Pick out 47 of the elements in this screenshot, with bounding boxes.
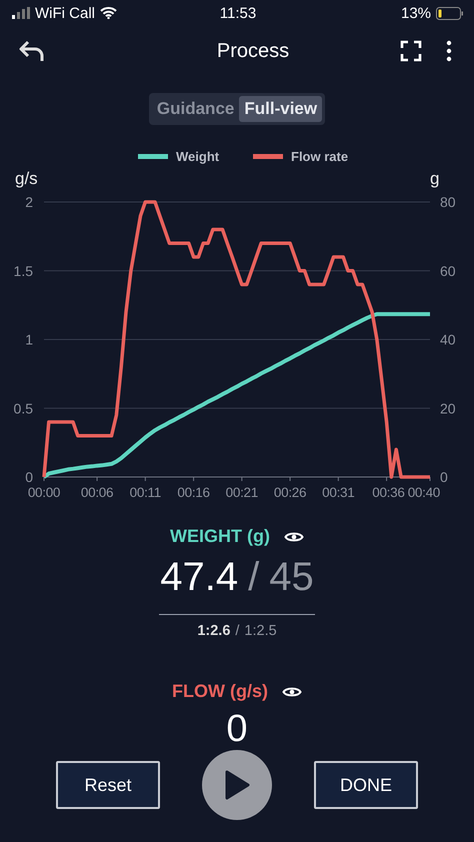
axis-tick-label: 40	[440, 332, 456, 348]
axis-tick-label: 00:26	[274, 485, 306, 500]
view-tab[interactable]: Guidance	[152, 96, 240, 122]
axis-tick-label: 20	[440, 400, 456, 416]
axis-tick-label: 0	[25, 469, 33, 485]
weight-label: WEIGHT (g)	[170, 526, 270, 547]
flow-label: FLOW (g/s)	[172, 681, 268, 702]
axis-unit: g	[430, 169, 440, 188]
eye-icon[interactable]	[282, 684, 302, 698]
target-weight: 45	[269, 555, 314, 600]
axis-tick-label: 00:36	[372, 485, 405, 500]
more-options-icon[interactable]	[446, 40, 452, 62]
axis-tick-label: 2	[25, 194, 33, 210]
axis-tick-label: 0.5	[14, 400, 33, 416]
brew-ratio: 1:2.6	[197, 623, 230, 639]
eye-icon[interactable]	[284, 530, 304, 544]
legend-label: Weight	[176, 149, 220, 164]
axis-tick-label: 00:06	[80, 485, 114, 500]
axis-unit: g/s	[15, 169, 38, 188]
separator-slash: /	[248, 555, 260, 600]
axis-tick-label: 60	[440, 262, 456, 279]
wifi-icon	[100, 7, 117, 19]
signal-icon	[12, 7, 30, 19]
screen-title: Process	[216, 40, 290, 62]
axis-tick-label: 80	[440, 194, 456, 210]
axis-tick-label: 00:00	[28, 485, 60, 500]
play-icon[interactable]	[224, 770, 250, 800]
view-tab[interactable]: Full-view	[239, 96, 322, 122]
axis-tick-label: 00:40	[408, 485, 440, 500]
axis-tick-label: 00:21	[226, 485, 258, 500]
axis-tick-label: 0	[440, 469, 448, 485]
battery-percent: 13%	[400, 4, 432, 22]
weight-value: 47.4	[160, 555, 238, 600]
axis-tick-label: 1.5	[14, 262, 33, 279]
separator-slash: /	[235, 623, 240, 639]
clock-time: 11:53	[220, 4, 256, 22]
battery-icon	[436, 6, 464, 20]
axis-tick-label: 00:31	[322, 485, 354, 500]
done-button[interactable]: DONE	[314, 761, 418, 809]
axis-tick-label: 00:11	[130, 485, 161, 500]
flow-value: 0	[226, 710, 248, 748]
reset-button[interactable]: Reset	[56, 761, 160, 809]
legend-label: Flow rate	[291, 149, 348, 164]
axis-tick-label: 1	[25, 332, 33, 348]
target-ratio: 1:2.5	[244, 623, 277, 639]
axis-tick-label: 00:16	[177, 485, 210, 500]
carrier-label: WiFi Call	[35, 4, 95, 22]
